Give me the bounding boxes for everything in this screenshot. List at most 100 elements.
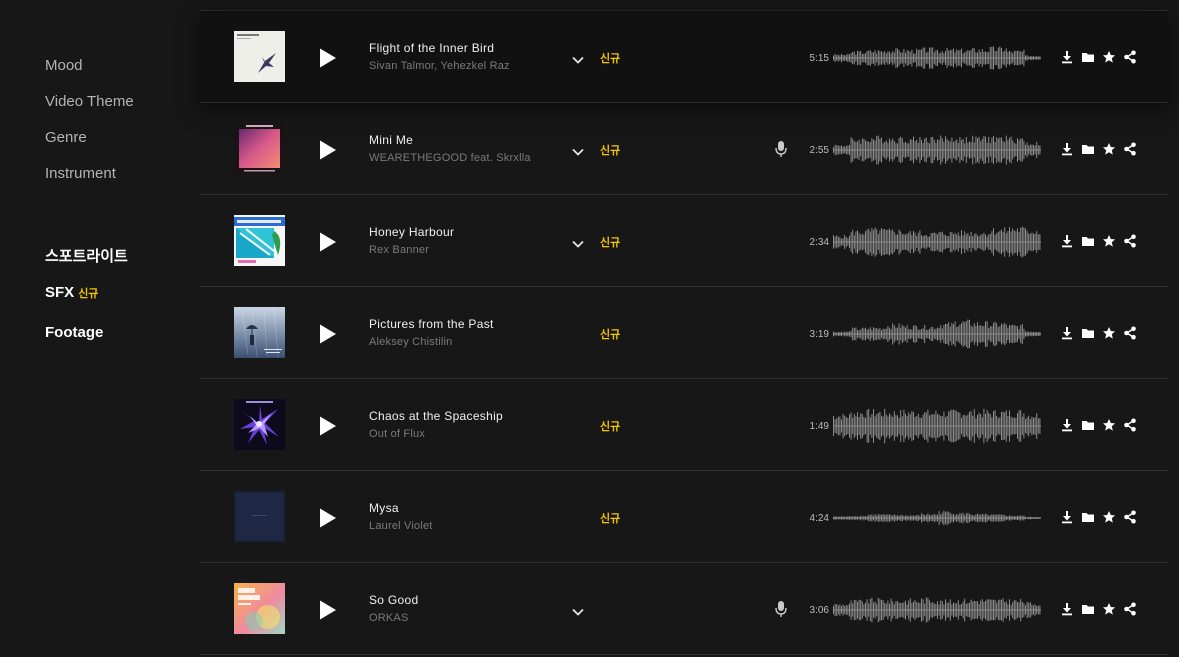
chevron-down-icon[interactable]	[571, 144, 585, 156]
track-title[interactable]: Honey Harbour	[369, 225, 454, 239]
download-icon[interactable]	[1060, 326, 1074, 340]
track-duration: 2:55	[809, 145, 829, 156]
track-artist[interactable]: Laurel Violet	[369, 520, 433, 532]
download-icon[interactable]	[1060, 418, 1074, 432]
album-cover[interactable]	[234, 31, 285, 82]
track-title[interactable]: Pictures from the Past	[369, 317, 494, 331]
star-icon[interactable]	[1102, 602, 1116, 616]
track-artist[interactable]: Aleksey Chistilin	[369, 336, 452, 348]
sidebar-item-video-theme[interactable]: Video Theme	[45, 93, 134, 110]
play-icon[interactable]	[316, 231, 338, 253]
album-cover[interactable]	[234, 583, 285, 634]
track-actions	[1060, 326, 1137, 340]
sidebar: Mood Video Theme Genre Instrument 스포트라이트…	[0, 0, 200, 657]
star-icon[interactable]	[1102, 50, 1116, 64]
waveform[interactable]	[833, 33, 1042, 83]
track-title[interactable]: Chaos at the Spaceship	[369, 409, 503, 423]
share-icon[interactable]	[1123, 418, 1137, 432]
sidebar-item-genre[interactable]: Genre	[45, 129, 87, 146]
star-icon[interactable]	[1102, 418, 1116, 432]
sidebar-item-spotlight[interactable]: 스포트라이트	[45, 245, 128, 266]
track-row[interactable]: Mysa Laurel Violet 신규 4:24	[200, 471, 1168, 563]
track-artist[interactable]: ORKAS	[369, 612, 409, 624]
album-cover[interactable]	[234, 215, 285, 266]
sidebar-item-mood[interactable]: Mood	[45, 57, 83, 74]
folder-icon[interactable]	[1081, 326, 1095, 340]
star-icon[interactable]	[1102, 142, 1116, 156]
track-artist[interactable]: Rex Banner	[369, 244, 429, 256]
track-artist[interactable]: Sivan Talmor, Yehezkel Raz	[369, 60, 510, 72]
chevron-down-icon[interactable]	[571, 604, 585, 616]
download-icon[interactable]	[1060, 234, 1074, 248]
waveform[interactable]	[833, 125, 1042, 175]
share-icon[interactable]	[1123, 142, 1137, 156]
folder-icon[interactable]	[1081, 602, 1095, 616]
star-icon[interactable]	[1102, 326, 1116, 340]
track-row[interactable]: Honey Harbour Rex Banner 신규 2:34	[200, 195, 1168, 287]
track-artist[interactable]: Out of Flux	[369, 428, 425, 440]
album-cover[interactable]	[234, 307, 285, 358]
track-title[interactable]: So Good	[369, 593, 418, 607]
track-actions	[1060, 50, 1137, 64]
share-icon[interactable]	[1123, 326, 1137, 340]
share-icon[interactable]	[1123, 234, 1137, 248]
track-artist[interactable]: WEARETHEGOOD feat. Skrxlla	[369, 152, 531, 164]
star-icon[interactable]	[1102, 234, 1116, 248]
track-row[interactable]: Mini Me WEARETHEGOOD feat. Skrxlla 신규 2:…	[200, 103, 1168, 195]
new-badge: 신규	[600, 53, 621, 65]
play-icon[interactable]	[316, 47, 338, 69]
star-icon[interactable]	[1102, 510, 1116, 524]
track-actions	[1060, 142, 1137, 156]
track-duration: 4:24	[809, 513, 829, 524]
track-actions	[1060, 418, 1137, 432]
play-icon[interactable]	[316, 139, 338, 161]
track-duration: 3:19	[809, 329, 829, 340]
folder-icon[interactable]	[1081, 510, 1095, 524]
album-cover[interactable]	[234, 123, 285, 174]
share-icon[interactable]	[1123, 602, 1137, 616]
waveform[interactable]	[833, 401, 1042, 451]
new-badge: 신규	[78, 288, 99, 300]
folder-icon[interactable]	[1081, 142, 1095, 156]
download-icon[interactable]	[1060, 142, 1074, 156]
track-title[interactable]: Flight of the Inner Bird	[369, 41, 494, 55]
download-icon[interactable]	[1060, 510, 1074, 524]
play-icon[interactable]	[316, 415, 338, 437]
play-icon[interactable]	[316, 323, 338, 345]
track-row[interactable]: Pictures from the Past Aleksey Chistilin…	[200, 287, 1168, 379]
track-list: Flight of the Inner Bird Sivan Talmor, Y…	[200, 10, 1168, 655]
track-row[interactable]: So Good ORKAS 3:06	[200, 563, 1168, 655]
folder-icon[interactable]	[1081, 234, 1095, 248]
folder-icon[interactable]	[1081, 50, 1095, 64]
waveform[interactable]	[833, 585, 1042, 635]
folder-icon[interactable]	[1081, 418, 1095, 432]
download-icon[interactable]	[1060, 602, 1074, 616]
track-actions	[1060, 234, 1137, 248]
chevron-down-icon[interactable]	[571, 236, 585, 248]
sidebar-item-sfx[interactable]: SFX 신규	[45, 284, 98, 301]
track-actions	[1060, 510, 1137, 524]
track-duration: 3:06	[809, 605, 829, 616]
waveform[interactable]	[833, 309, 1042, 359]
track-duration: 5:15	[809, 53, 829, 64]
track-row[interactable]: Flight of the Inner Bird Sivan Talmor, Y…	[200, 11, 1168, 103]
share-icon[interactable]	[1123, 510, 1137, 524]
new-badge: 신규	[600, 329, 621, 341]
new-badge: 신규	[600, 237, 621, 249]
new-badge: 신규	[600, 513, 621, 525]
waveform[interactable]	[833, 217, 1042, 267]
share-icon[interactable]	[1123, 50, 1137, 64]
track-title[interactable]: Mini Me	[369, 133, 413, 147]
track-row[interactable]: Chaos at the Spaceship Out of Flux 신규 1:…	[200, 379, 1168, 471]
new-badge: 신규	[600, 145, 621, 157]
sidebar-item-instrument[interactable]: Instrument	[45, 165, 116, 182]
album-cover[interactable]	[234, 399, 285, 450]
download-icon[interactable]	[1060, 50, 1074, 64]
chevron-down-icon[interactable]	[571, 52, 585, 64]
play-icon[interactable]	[316, 599, 338, 621]
sidebar-item-footage[interactable]: Footage	[45, 324, 103, 341]
waveform[interactable]	[833, 493, 1042, 543]
track-title[interactable]: Mysa	[369, 501, 399, 515]
play-icon[interactable]	[316, 507, 338, 529]
album-cover[interactable]	[234, 491, 285, 542]
